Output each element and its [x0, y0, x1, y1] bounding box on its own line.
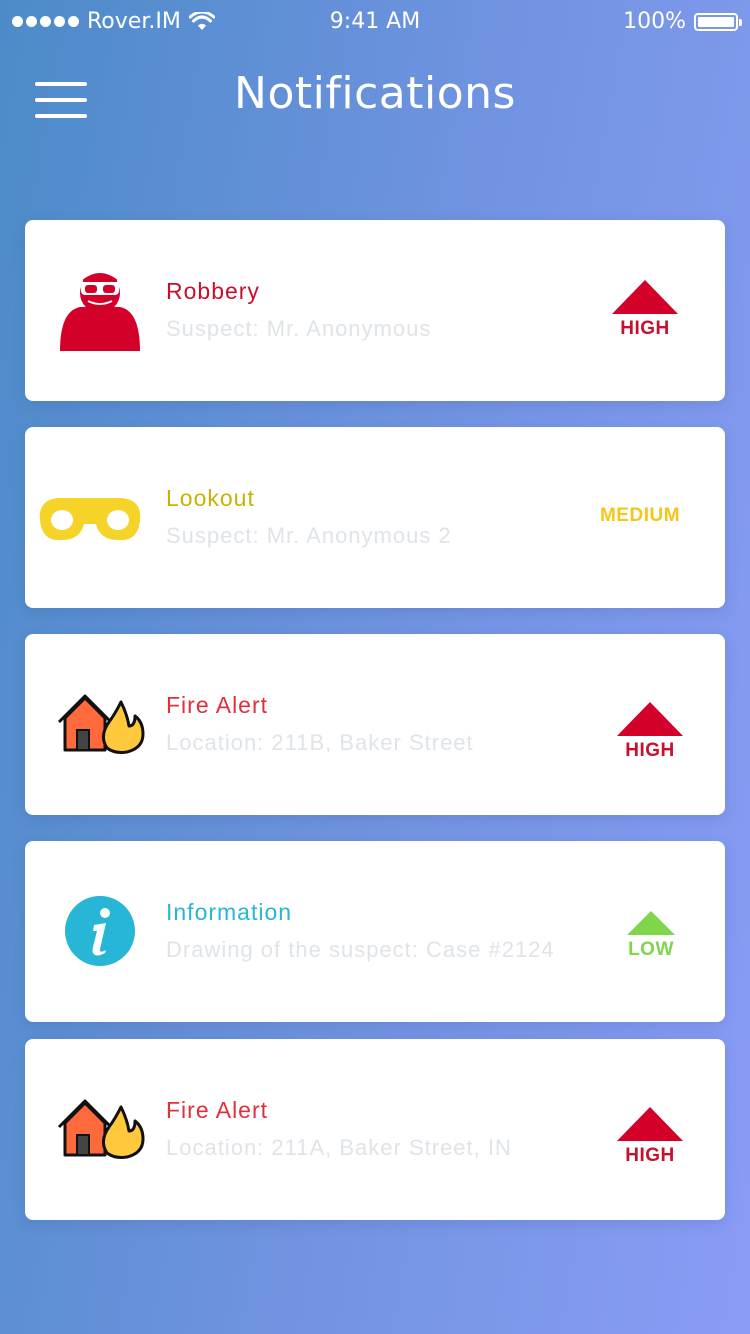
priority-label: HIGH [625, 740, 675, 761]
header: Notifications [0, 60, 750, 140]
notification-title: Fire Alert [166, 1097, 269, 1123]
notification-title: Fire Alert [166, 692, 269, 718]
priority-high: HIGH [595, 276, 695, 356]
notification-subtitle: Suspect: Mr. Anonymous 2 [166, 523, 452, 548]
info-icon [45, 881, 155, 981]
priority-high: HIGH [600, 698, 700, 778]
house-fire-icon [45, 1079, 155, 1179]
priority-up-arrow-icon [612, 280, 678, 314]
battery-icon [694, 12, 742, 31]
notification-title: Information [166, 899, 293, 925]
notification-subtitle: Drawing of the suspect: Case #2124 [166, 937, 555, 962]
notification-subtitle: Location: 211A, Baker Street, IN [166, 1135, 512, 1160]
notification-card-information[interactable]: Information Drawing of the suspect: Case… [25, 841, 725, 1022]
house-fire-icon [45, 674, 155, 774]
notification-subtitle: Location: 211B, Baker Street [166, 730, 474, 755]
notification-card-fire-alert[interactable]: Fire Alert Location: 211B, Baker Street … [25, 634, 725, 815]
priority-low: LOW [601, 907, 701, 987]
priority-up-arrow-icon [627, 911, 675, 935]
status-bar: Rover.IM 9:41 AM 100% [0, 0, 750, 40]
priority-label: LOW [628, 939, 674, 960]
priority-up-arrow-icon [617, 1107, 683, 1141]
robber-icon [45, 260, 155, 360]
notification-title: Robbery [166, 278, 260, 304]
priority-label: HIGH [625, 1145, 675, 1166]
page-title: Notifications [234, 68, 516, 119]
notification-card-robbery[interactable]: Robbery Suspect: Mr. Anonymous HIGH [25, 220, 725, 401]
priority-label: MEDIUM [599, 505, 681, 526]
priority-high: HIGH [600, 1103, 700, 1183]
notification-title: Lookout [166, 485, 255, 511]
binoculars-icon [35, 467, 145, 567]
status-right: 100% [623, 9, 742, 34]
priority-up-arrow-icon [617, 702, 683, 736]
notification-card-lookout[interactable]: Lookout Suspect: Mr. Anonymous 2 MEDIUM [25, 427, 725, 608]
battery-percentage: 100% [623, 9, 686, 34]
priority-medium: MEDIUM [585, 487, 695, 567]
notification-card-fire-alert[interactable]: Fire Alert Location: 211A, Baker Street,… [25, 1039, 725, 1220]
priority-label: HIGH [620, 318, 670, 339]
notification-subtitle: Suspect: Mr. Anonymous [166, 316, 432, 341]
